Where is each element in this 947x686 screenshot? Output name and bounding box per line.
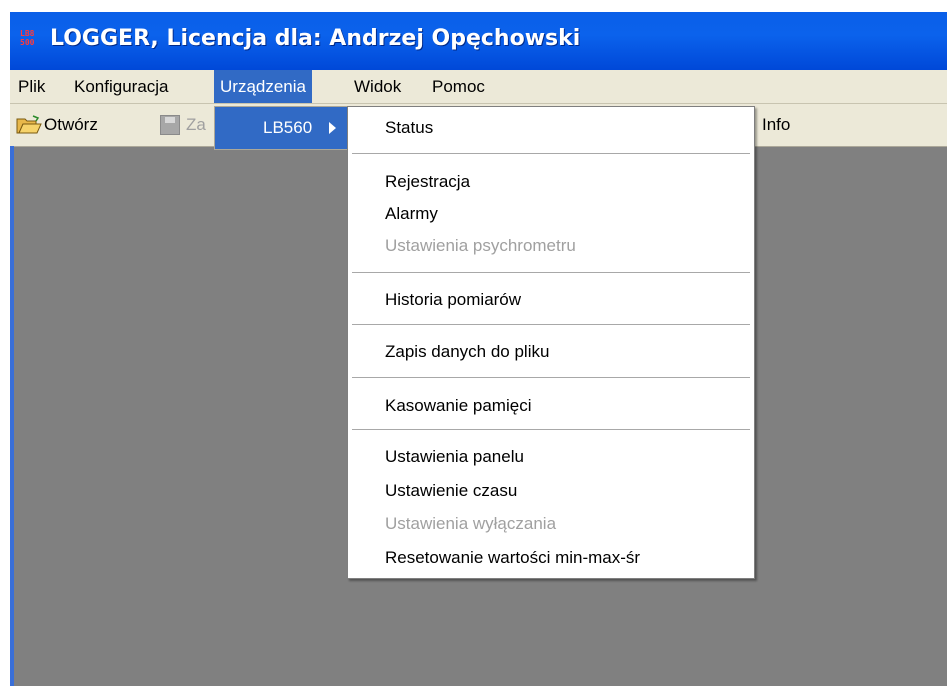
device-dropdown-menu: Status Rejestracja Alarmy Ustawienia psy… <box>347 106 755 579</box>
menu-separator <box>352 324 750 325</box>
menu-widok[interactable]: Widok <box>348 70 407 103</box>
window-left-border <box>10 146 14 686</box>
app-logo-icon: LB8 500 <box>20 29 42 49</box>
menu-item-ustawienia-wylaczania: Ustawienia wyłączania <box>385 514 557 533</box>
menu-urzadzenia[interactable]: Urządzenia <box>214 70 312 103</box>
menu-item-status[interactable]: Status <box>385 115 433 141</box>
save-disk-icon <box>160 115 180 135</box>
save-button[interactable]: Za <box>186 104 206 146</box>
info-button[interactable]: Info <box>762 104 790 146</box>
menu-item-rejestracja[interactable]: Rejestracja <box>385 169 470 195</box>
window-title: LOGGER, Licencja dla: Andrzej Opęchowski <box>50 26 581 51</box>
menu-item-zapis-danych[interactable]: Zapis danych do pliku <box>385 339 549 365</box>
chevron-right-icon <box>329 122 336 134</box>
open-button[interactable]: Otwórz <box>44 104 98 146</box>
menu-item-ustawienia-panelu[interactable]: Ustawienia panelu <box>385 444 524 470</box>
menu-item-ustawienia-psychrometru: Ustawienia psychrometru <box>385 236 576 255</box>
menu-item-resetowanie-min-max[interactable]: Resetowanie wartości min-max-śr <box>385 545 640 571</box>
menu-separator <box>352 377 750 378</box>
menu-item-alarmy[interactable]: Alarmy <box>385 201 438 227</box>
menu-pomoc[interactable]: Pomoc <box>426 70 491 103</box>
folder-open-icon <box>16 115 42 134</box>
menu-item-historia-pomiarow[interactable]: Historia pomiarów <box>385 287 521 313</box>
menu-separator <box>352 153 750 154</box>
title-bar[interactable]: LB8 500 LOGGER, Licencja dla: Andrzej Op… <box>10 12 947 70</box>
submenu-lb560[interactable]: LB560 <box>214 106 348 150</box>
menu-separator <box>352 429 750 430</box>
menu-item-kasowanie-pamieci[interactable]: Kasowanie pamięci <box>385 393 531 419</box>
menu-separator <box>352 272 750 273</box>
menu-bar: Plik Konfiguracja Urządzenia Widok Pomoc <box>10 70 947 104</box>
menu-item-ustawienie-czasu[interactable]: Ustawienie czasu <box>385 478 517 504</box>
app-logo-line-2: 500 <box>20 38 35 47</box>
app-logo-line-1: LB8 <box>20 29 35 38</box>
submenu-lb560-label: LB560 <box>263 118 313 137</box>
menu-konfiguracja[interactable]: Konfiguracja <box>68 70 175 103</box>
menu-plik[interactable]: Plik <box>12 70 51 103</box>
